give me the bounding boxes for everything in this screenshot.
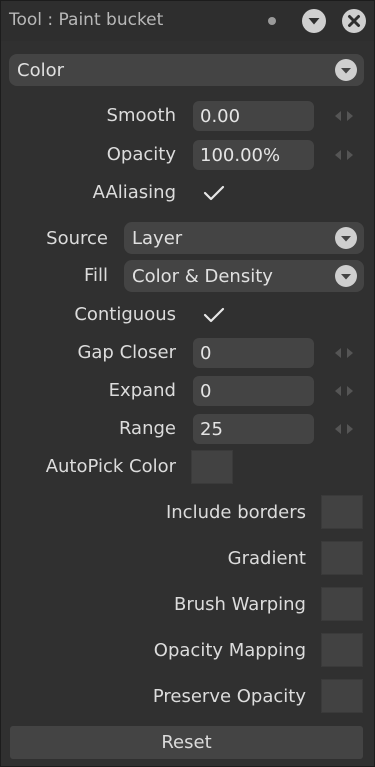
gradient-label: Gradient (227, 548, 306, 569)
brush-warping-checkbox[interactable] (321, 587, 363, 621)
collapse-icon[interactable] (302, 9, 326, 33)
gap-closer-label: Gap Closer (77, 342, 176, 363)
contiguous-checkbox-check-icon[interactable] (201, 304, 227, 326)
panel-titlebar[interactable]: Tool : Paint bucket (1, 1, 374, 41)
preserve-opacity-checkbox[interactable] (321, 679, 363, 713)
range-value: 25 (200, 419, 223, 440)
range-label: Range (118, 418, 176, 439)
fill-dropdown-value: Color & Density (132, 266, 273, 287)
mode-dropdown[interactable]: Color (9, 54, 364, 86)
reset-button[interactable]: Reset (10, 726, 363, 759)
mode-dropdown-value: Color (17, 60, 64, 81)
include-borders-label: Include borders (165, 502, 306, 523)
smooth-spinner-icon[interactable] (333, 109, 355, 123)
opacity-field[interactable]: 100.00% (193, 140, 314, 170)
close-icon[interactable] (342, 9, 366, 33)
opacity-mapping-checkbox[interactable] (321, 633, 363, 667)
opacity-spinner-icon[interactable] (333, 148, 355, 162)
paint-bucket-tool-panel: Tool : Paint bucket Color Smooth 0.00 Op… (0, 0, 375, 767)
expand-field[interactable]: 0 (193, 376, 314, 406)
gap-closer-value: 0 (200, 343, 212, 364)
smooth-field[interactable]: 0.00 (193, 101, 314, 131)
panel-title: Tool : Paint bucket (9, 10, 164, 30)
source-label: Source (46, 228, 108, 249)
expand-label: Expand (108, 380, 176, 401)
autopick-color-label: AutoPick Color (45, 456, 176, 477)
smooth-label: Smooth (106, 105, 176, 126)
range-field[interactable]: 25 (193, 414, 314, 444)
source-dropdown-value: Layer (132, 228, 183, 249)
reset-button-label: Reset (161, 732, 212, 753)
chevron-down-icon (335, 227, 357, 249)
panel-options-dot-icon[interactable] (268, 17, 276, 25)
gap-closer-spinner-icon[interactable] (333, 346, 355, 360)
antialiasing-checkbox-check-icon[interactable] (201, 182, 227, 204)
opacity-value: 100.00% (200, 145, 281, 166)
smooth-value: 0.00 (200, 106, 241, 127)
source-dropdown[interactable]: Layer (124, 222, 364, 254)
preserve-opacity-label: Preserve Opacity (152, 686, 306, 707)
contiguous-label: Contiguous (74, 304, 176, 325)
chevron-down-icon (335, 265, 357, 287)
autopick-color-checkbox[interactable] (191, 450, 233, 484)
expand-value: 0 (200, 381, 212, 402)
opacity-mapping-label: Opacity Mapping (153, 640, 306, 661)
expand-spinner-icon[interactable] (333, 384, 355, 398)
include-borders-checkbox[interactable] (321, 495, 363, 529)
range-spinner-icon[interactable] (333, 422, 355, 436)
fill-label: Fill (83, 265, 108, 286)
chevron-down-icon (335, 59, 357, 81)
gradient-checkbox[interactable] (321, 541, 363, 575)
fill-dropdown[interactable]: Color & Density (124, 260, 364, 292)
antialiasing-label: AAliasing (92, 182, 176, 203)
opacity-label: Opacity (106, 144, 176, 165)
gap-closer-field[interactable]: 0 (193, 338, 314, 368)
brush-warping-label: Brush Warping (173, 594, 306, 615)
